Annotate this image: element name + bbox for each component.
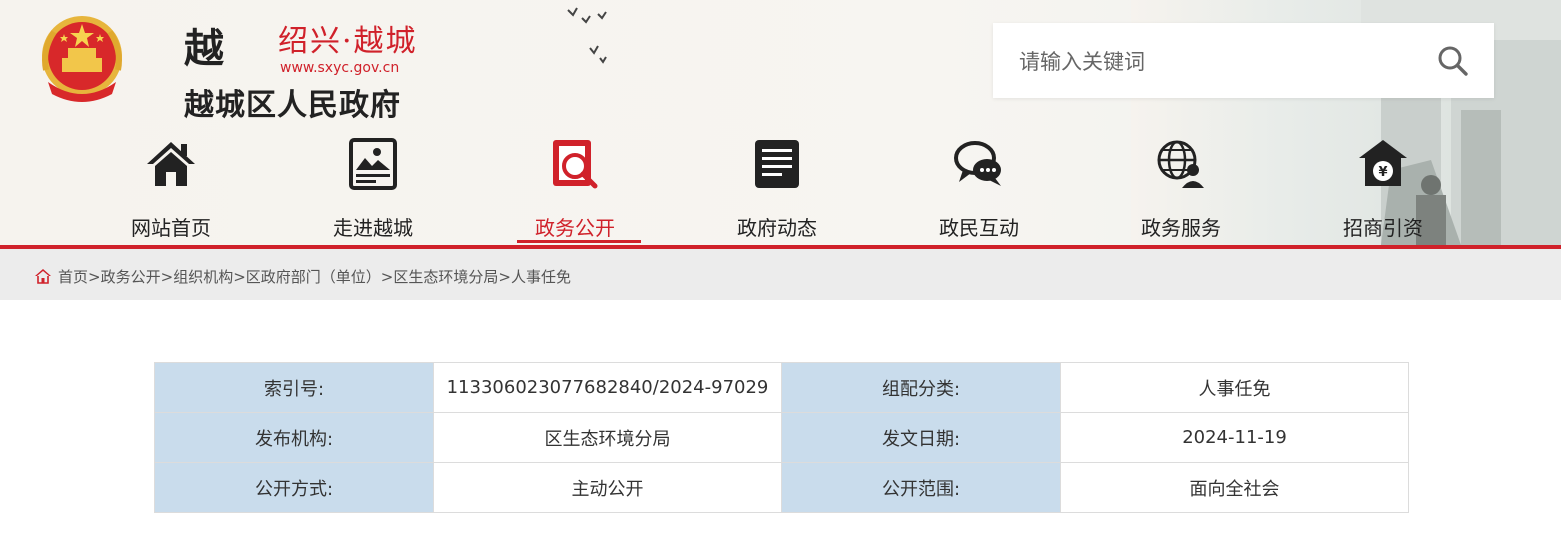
search-icon[interactable] bbox=[1437, 45, 1469, 77]
value-publisher: 区生态环境分局 bbox=[433, 412, 782, 463]
national-emblem-logo bbox=[42, 16, 122, 102]
birds-decoration bbox=[567, 7, 607, 64]
breadcrumb-gov-affairs[interactable]: 政务公开 bbox=[101, 268, 161, 286]
label-publisher: 发布机构: bbox=[154, 412, 434, 463]
label-category: 组配分类: bbox=[781, 362, 1061, 413]
nav-item-about[interactable]: 走进越城 bbox=[272, 130, 474, 242]
value-category: 人事任免 bbox=[1060, 362, 1409, 413]
news-icon bbox=[755, 140, 799, 188]
label-index-number: 索引号: bbox=[154, 362, 434, 413]
breadcrumb-personnel[interactable]: 人事任免 bbox=[511, 268, 571, 286]
breadcrumb-separator: > bbox=[233, 268, 246, 286]
brand-logo[interactable]: 越 绍兴·越城 www.sxyc.gov.cn 越城区人民政府 bbox=[184, 14, 444, 123]
brand-city-name: 绍兴·越城 bbox=[278, 24, 418, 59]
nav-item-services[interactable]: 政务服务 bbox=[1080, 130, 1282, 242]
search-input[interactable] bbox=[1017, 23, 1421, 100]
breadcrumb-separator: > bbox=[498, 268, 511, 286]
value-disclosure-method: 主动公开 bbox=[433, 462, 782, 513]
brand-logo-mark: 越 bbox=[184, 25, 224, 72]
nav-label-services: 政务服务 bbox=[1141, 216, 1221, 240]
table-row: 公开方式: 主动公开 公开范围: 面向全社会 bbox=[154, 462, 1409, 513]
label-disclosure-scope: 公开范围: bbox=[781, 462, 1061, 513]
picture-icon bbox=[349, 138, 397, 190]
label-disclosure-method: 公开方式: bbox=[154, 462, 434, 513]
table-row: 发布机构: 区生态环境分局 发文日期: 2024-11-19 bbox=[154, 412, 1409, 463]
brand-site-url: www.sxyc.gov.cn bbox=[280, 60, 400, 76]
value-disclosure-scope: 面向全社会 bbox=[1060, 462, 1409, 513]
brand-gov-name: 越城区人民政府 bbox=[184, 88, 401, 123]
nav-label-interaction: 政民互动 bbox=[939, 216, 1019, 240]
breadcrumb-home[interactable]: 首页 bbox=[58, 268, 88, 286]
breadcrumb-separator: > bbox=[160, 268, 174, 286]
site-header: 越 绍兴·越城 www.sxyc.gov.cn 越城区人民政府 网站首页 bbox=[0, 0, 1561, 245]
yuan-house-icon: ¥ bbox=[1359, 140, 1407, 186]
breadcrumb-departments[interactable]: 区政府部门（单位） bbox=[246, 268, 381, 286]
label-issue-date: 发文日期: bbox=[781, 412, 1061, 463]
home-small-icon bbox=[35, 269, 51, 284]
nav-item-gov-news[interactable]: 政府动态 bbox=[676, 130, 878, 242]
breadcrumb-eco-bureau[interactable]: 区生态环境分局 bbox=[393, 268, 498, 286]
table-row: 索引号: 113306023077682840/2024-97029 组配分类:… bbox=[154, 362, 1409, 413]
globe-user-icon bbox=[1157, 140, 1204, 188]
nav-label-gov-affairs: 政务公开 bbox=[535, 216, 615, 240]
main-nav: 网站首页 走进越城 政务公开 政府动态 政民互动 政务服务 ¥ 招商引资 bbox=[70, 130, 1490, 245]
nav-item-gov-affairs[interactable]: 政务公开 bbox=[474, 130, 676, 243]
chat-icon bbox=[954, 141, 1001, 186]
home-icon bbox=[147, 142, 195, 186]
document-search-icon bbox=[553, 140, 598, 189]
breadcrumb-bar: 首页>政务公开>组织机构>区政府部门（单位）>区生态环境分局>人事任免 bbox=[0, 249, 1561, 300]
value-issue-date: 2024-11-19 bbox=[1060, 412, 1409, 463]
breadcrumb-separator: > bbox=[380, 268, 394, 286]
nav-item-investment[interactable]: ¥ 招商引资 bbox=[1282, 130, 1484, 242]
active-underline bbox=[517, 240, 641, 243]
nav-item-interaction[interactable]: 政民互动 bbox=[878, 130, 1080, 242]
nav-label-about: 走进越城 bbox=[333, 216, 413, 240]
nav-label-investment: 招商引资 bbox=[1343, 216, 1423, 240]
search-box bbox=[993, 23, 1494, 100]
document-info-table: 索引号: 113306023077682840/2024-97029 组配分类:… bbox=[154, 362, 1409, 513]
nav-item-home[interactable]: 网站首页 bbox=[70, 130, 272, 242]
nav-label-gov-news: 政府动态 bbox=[737, 216, 817, 240]
svg-text:¥: ¥ bbox=[1378, 165, 1387, 180]
breadcrumb: 首页>政务公开>组织机构>区政府部门（单位）>区生态环境分局>人事任免 bbox=[34, 266, 571, 287]
breadcrumb-separator: > bbox=[88, 268, 101, 286]
value-index-number: 113306023077682840/2024-97029 bbox=[433, 362, 782, 413]
breadcrumb-organization[interactable]: 组织机构 bbox=[173, 268, 233, 286]
nav-label-home: 网站首页 bbox=[131, 216, 211, 240]
